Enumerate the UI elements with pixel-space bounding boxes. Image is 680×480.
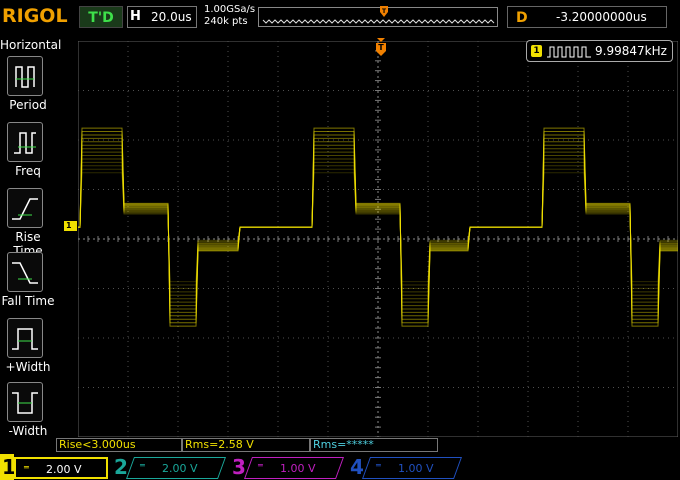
- fall-time-label: Fall Time: [1, 294, 55, 308]
- frequency-value: 9.99847kHz: [595, 44, 667, 58]
- negative-width-icon: [12, 392, 38, 414]
- memory-overview-bar[interactable]: [258, 7, 498, 27]
- sample-rate: 1.00GSa/s: [204, 4, 256, 15]
- negative-width-button[interactable]: [7, 382, 43, 422]
- svg-text:T: T: [378, 43, 384, 52]
- ch2-number[interactable]: 2: [114, 455, 128, 479]
- ch3-scale: 1.00 V: [280, 462, 316, 475]
- fall-time-button[interactable]: [7, 252, 43, 292]
- freq-button[interactable]: [7, 122, 43, 162]
- ch4-scale: 1.00 V: [398, 462, 434, 475]
- ch4-number[interactable]: 4: [350, 455, 364, 479]
- measurement-rms-ch1[interactable]: Rms=2.58 V: [182, 438, 310, 452]
- ch2-scale: 2.00 V: [162, 462, 198, 475]
- ch1-coupling-icon: ═: [24, 463, 29, 472]
- measurement-rms-empty[interactable]: Rms=*****: [310, 438, 438, 452]
- period-button[interactable]: [7, 56, 43, 96]
- memory-depth: 240k pts: [204, 16, 248, 27]
- delay-box[interactable]: D -3.20000000us: [507, 6, 667, 28]
- delay-letter: D: [516, 10, 528, 26]
- waveform-display[interactable]: [77, 40, 679, 438]
- pulse-train-icon: [547, 46, 591, 58]
- menu-title: Horizontal: [0, 38, 62, 52]
- ch1-scale-box[interactable]: ═ 2.00 V: [14, 457, 108, 479]
- positive-width-button[interactable]: [7, 318, 43, 358]
- fall-time-icon: [12, 262, 38, 284]
- horizontal-letter: H: [130, 9, 141, 24]
- period-label: Period: [9, 98, 47, 112]
- ch1-tab[interactable]: 1: [0, 454, 16, 480]
- measurement-rise-text: Rise<3.000us: [59, 438, 136, 451]
- trigger-status-badge[interactable]: T'D: [79, 6, 123, 28]
- memory-trigger-position-icon: T: [380, 6, 388, 17]
- frequency-icon: [14, 132, 36, 154]
- frequency-channel-badge: 1: [531, 45, 542, 57]
- delay-value: -3.20000000us: [556, 10, 647, 24]
- positive-width-label: +Width: [5, 360, 51, 374]
- ch1-offset-marker[interactable]: 1: [64, 221, 77, 231]
- waveform-grid: [77, 40, 679, 438]
- frequency-counter: 1 9.99847kHz: [526, 40, 673, 62]
- memory-overview-wave: [262, 19, 495, 24]
- timebase-box[interactable]: H 20.0us: [127, 6, 197, 28]
- measurement-rms-text: Rms=2.58 V: [185, 438, 254, 451]
- horizontal-measure-menu: Horizontal Period Freq Rise Time Fall Ti…: [0, 36, 61, 452]
- ch2-coupling-icon: ═: [140, 461, 145, 470]
- ch3-coupling-icon: ═: [258, 461, 263, 470]
- negative-width-label: -Width: [8, 424, 48, 438]
- positive-width-icon: [12, 328, 38, 350]
- ch3-number[interactable]: 3: [232, 455, 246, 479]
- brand-logo: RIGOL: [2, 5, 68, 27]
- rise-time-icon: [12, 198, 38, 220]
- timebase-value: 20.0us: [151, 10, 192, 24]
- ch4-coupling-icon: ═: [376, 461, 381, 470]
- ch1-scale: 2.00 V: [46, 463, 82, 476]
- trigger-position-icon[interactable]: T: [375, 38, 387, 56]
- channel-bar: 1 ═ 2.00 V 2 ═ 2.00 V 3 ═ 1.00 V 4 ═ 1.0…: [0, 454, 680, 480]
- rise-time-button[interactable]: [7, 188, 43, 228]
- measurement-rms-empty-text: Rms=*****: [313, 438, 374, 451]
- measurement-rise-time[interactable]: Rise<3.000us: [56, 438, 182, 452]
- freq-label: Freq: [15, 164, 41, 178]
- top-status-bar: RIGOL T'D H 20.0us 1.00GSa/s 240k pts T …: [0, 0, 680, 34]
- period-icon: [15, 66, 35, 88]
